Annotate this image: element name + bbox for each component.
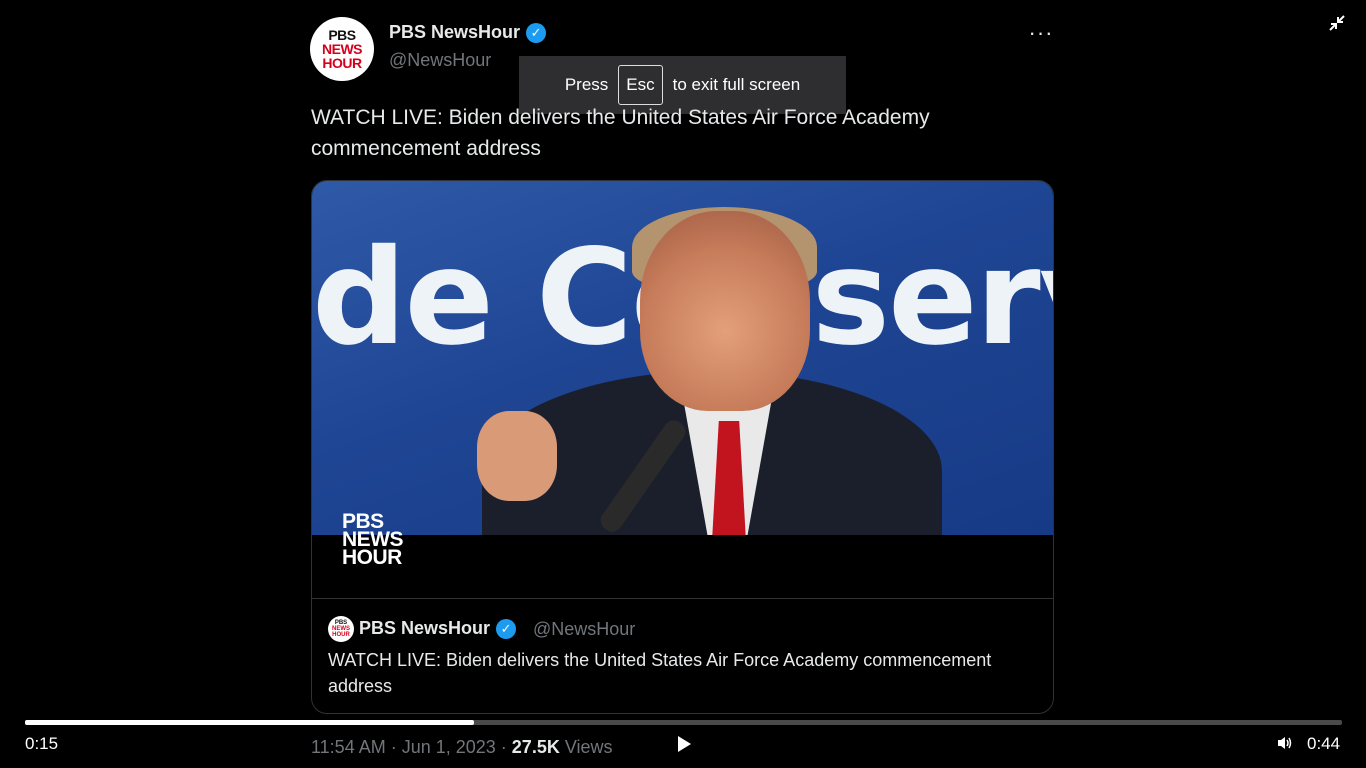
- verified-badge-icon: ✓: [496, 618, 517, 639]
- quoted-avatar: PBS NEWS HOUR: [328, 616, 354, 642]
- views-label: Views: [559, 737, 613, 757]
- volume-button[interactable]: [1277, 735, 1295, 753]
- avatar-line: NEWS: [322, 41, 363, 57]
- watermark-line: HOUR: [342, 546, 402, 569]
- quoted-author-handle: @NewsHour: [533, 619, 636, 639]
- play-button[interactable]: [674, 734, 694, 754]
- pbs-newshour-watermark: PBS NEWS HOUR: [342, 511, 404, 569]
- views-count: 27.5K: [511, 737, 560, 757]
- timestamp: 11:54 AM · Jun 1, 2023 ·: [311, 737, 512, 757]
- media-card[interactable]: de Conservativ PBS NEWS HOUR PBS NEWS HO…: [311, 180, 1054, 714]
- current-time: 0:15: [25, 734, 59, 753]
- esc-key-hint: Esc: [618, 65, 663, 105]
- quoted-tweet-text: WATCH LIVE: Biden delivers the United St…: [328, 650, 992, 696]
- more-options-button[interactable]: ···: [1026, 20, 1056, 50]
- duration: 0:44: [1307, 734, 1341, 753]
- author-name-text: PBS NewsHour: [389, 22, 521, 42]
- video-figure-hand: [477, 411, 557, 501]
- quoted-tweet[interactable]: PBS NEWS HOUR PBS NewsHour ✓ @NewsHour W…: [312, 598, 1053, 713]
- toast-suffix: to exit full screen: [672, 75, 801, 94]
- avatar-line: HOUR: [332, 632, 350, 638]
- video-frame[interactable]: de Conservativ: [312, 181, 1053, 535]
- volume-icon: [1278, 737, 1292, 749]
- tweet-text: WATCH LIVE: Biden delivers the United St…: [311, 106, 930, 160]
- toast-press: Press: [564, 75, 609, 94]
- avatar-line: HOUR: [322, 55, 362, 71]
- progress-bar-fill: [25, 720, 475, 725]
- author-avatar[interactable]: PBS NEWS HOUR: [310, 17, 374, 81]
- exit-fullscreen-icon: [1329, 15, 1345, 31]
- author-handle[interactable]: @NewsHour: [389, 50, 491, 71]
- tweet-meta: 11:54 AM · Jun 1, 2023 · 27.5K Views: [311, 737, 613, 758]
- avatar-line: PBS: [328, 27, 356, 43]
- author-name[interactable]: PBS NewsHour ✓: [389, 22, 547, 43]
- video-letterbox: [312, 535, 1053, 599]
- quoted-author-name: PBS NewsHour ✓: [359, 618, 517, 639]
- quoted-author-name-text: PBS NewsHour: [359, 618, 491, 638]
- video-figure-head: [640, 211, 810, 411]
- verified-badge-icon: ✓: [526, 22, 547, 43]
- exit-fullscreen-button[interactable]: [1324, 14, 1350, 40]
